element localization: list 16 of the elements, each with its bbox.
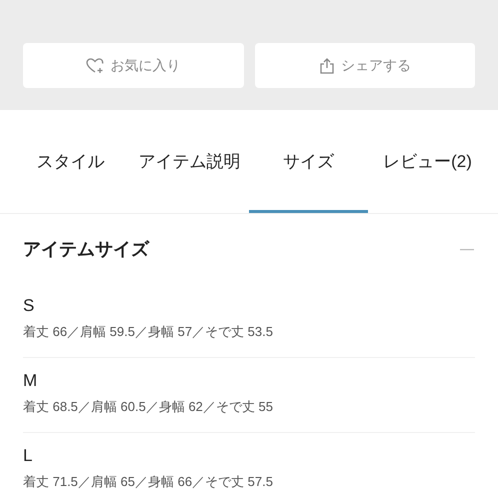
tab[interactable]: サイズ	[249, 139, 368, 213]
share-button[interactable]: シェアする	[254, 43, 475, 88]
tab[interactable]: スタイル	[11, 139, 130, 213]
size-measurements: 着丈 68.5／肩幅 60.5／身幅 62／そで丈 55	[23, 398, 274, 416]
tab[interactable]: アイテム説明	[130, 139, 249, 213]
size-measurements: 着丈 71.5／肩幅 65／身幅 66／そで丈 57.5	[23, 473, 274, 491]
size-name: L	[23, 445, 34, 467]
size-name: M	[23, 370, 38, 392]
minus-icon	[460, 248, 474, 250]
section-title: アイテムサイズ	[23, 238, 149, 261]
heart-plus-icon	[86, 58, 104, 74]
tab[interactable]: レビュー(2)	[368, 139, 487, 213]
size-name: S	[23, 295, 36, 317]
share-icon	[318, 58, 335, 74]
size-measurements: 着丈 66／肩幅 59.5／身幅 57／そで丈 53.5	[23, 323, 274, 341]
favorite-button[interactable]: お気に入り	[23, 43, 244, 88]
